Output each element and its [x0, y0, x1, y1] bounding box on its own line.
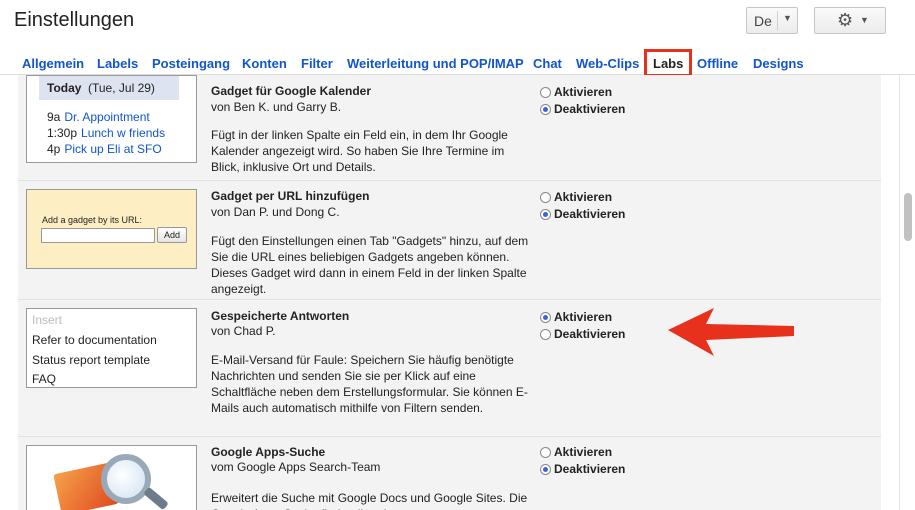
page-title: Einstellungen — [14, 9, 135, 31]
canned-item: Status report template — [32, 353, 151, 367]
language-label: De — [754, 13, 772, 29]
lab-description: Fügt in der linken Spalte ein Feld ein, … — [211, 128, 508, 174]
lab-row-apps-search: Google Apps-Suche vom Google Apps Search… — [18, 437, 881, 510]
enable-option[interactable]: Aktivieren — [540, 445, 612, 459]
lab-row-calendar: Today (Tue, Jul 29) 9a Dr. Appointment 1:… — [18, 75, 881, 181]
chevron-down-icon: ▼ — [783, 13, 792, 23]
tab-web-clips[interactable]: Web-Clips — [576, 56, 639, 71]
radio-disable[interactable] — [540, 464, 551, 475]
enable-label: Aktivieren — [554, 310, 613, 324]
calendar-event-time: 4p — [47, 142, 61, 156]
calendar-preview-header: Today (Tue, Jul 29) — [39, 76, 179, 100]
labs-list: Today (Tue, Jul 29) 9a Dr. Appointment 1:… — [18, 75, 881, 510]
radio-enable[interactable] — [540, 192, 551, 203]
magnifier-handle — [143, 486, 169, 510]
lab-title: Google Apps-Suche — [211, 445, 326, 459]
enable-label: Aktivieren — [554, 190, 613, 204]
tab-offline[interactable]: Offline — [697, 56, 738, 71]
canned-item: Insert — [32, 313, 63, 327]
radio-enable[interactable] — [540, 87, 551, 98]
annotation-arrow-icon — [668, 308, 794, 356]
disable-label: Deaktivieren — [554, 102, 626, 116]
disable-option[interactable]: Deaktivieren — [540, 327, 625, 341]
tab-allgemein[interactable]: Allgemein — [22, 56, 84, 71]
chevron-down-icon: ▼ — [860, 15, 869, 25]
lab-description: Fügt den Einstellungen einen Tab "Gadget… — [211, 234, 529, 296]
calendar-preview: Today (Tue, Jul 29) 9a Dr. Appointment 1:… — [26, 75, 197, 163]
radio-disable[interactable] — [540, 104, 551, 115]
calendar-preview-date: (Tue, Jul 29) — [88, 81, 155, 95]
canned-item: FAQ — [32, 372, 57, 386]
calendar-event: 9a Dr. Appointment — [47, 110, 150, 124]
calendar-event: 1:30p Lunch w friends — [47, 126, 165, 140]
url-gadget-label: Add a gadget by its URL: — [42, 215, 143, 225]
tab-designs[interactable]: Designs — [753, 56, 804, 71]
tab-chat[interactable]: Chat — [533, 56, 562, 71]
lab-author: von Chad P. — [211, 324, 276, 338]
lab-description: E-Mail-Versand für Faule: Speichern Sie … — [211, 353, 528, 415]
calendar-preview-day: Today — [47, 81, 82, 95]
lab-title: Gadget per URL hinzufügen — [211, 189, 370, 203]
lab-author: vom Google Apps Search-Team — [211, 460, 381, 474]
language-divider — [777, 11, 778, 30]
tab-labs[interactable]: Labs — [644, 49, 693, 77]
disable-label: Deaktivieren — [554, 462, 626, 476]
disable-label: Deaktivieren — [554, 327, 626, 341]
radio-disable[interactable] — [540, 209, 551, 220]
settings-button[interactable]: ⚙ ▼ — [814, 7, 886, 34]
language-button[interactable]: De ▼ — [746, 7, 798, 34]
lab-row-url-gadget: Add a gadget by its URL: Add Gadget per … — [18, 181, 881, 300]
scrollbar[interactable] — [899, 75, 915, 510]
lab-description: Erweitert die Suche mit Google Docs und … — [211, 491, 528, 510]
gear-icon: ⚙ — [837, 10, 854, 30]
magnifier-icon — [101, 454, 151, 504]
calendar-event-text: Pick up Eli at SFO — [64, 142, 162, 156]
tab-konten[interactable]: Konten — [242, 56, 287, 71]
lab-author: von Dan P. und Dong C. — [211, 205, 340, 219]
url-gadget-add-button: Add — [157, 227, 187, 243]
settings-header: Einstellungen De ▼ ⚙ ▼ — [0, 0, 915, 44]
scrollbar-thumb[interactable] — [904, 193, 912, 241]
tab-weiterleitung[interactable]: Weiterleitung und POP/IMAP — [347, 56, 524, 71]
calendar-event: 4p Pick up Eli at SFO — [47, 142, 162, 156]
disable-option[interactable]: Deaktivieren — [540, 102, 625, 116]
calendar-event-text: Lunch w friends — [81, 126, 166, 140]
enable-option[interactable]: Aktivieren — [540, 190, 612, 204]
disable-option[interactable]: Deaktivieren — [540, 462, 625, 476]
radio-enable[interactable] — [540, 447, 551, 458]
lab-author: von Ben K. und Garry B. — [211, 100, 342, 114]
enable-label: Aktivieren — [554, 445, 613, 459]
disable-label: Deaktivieren — [554, 207, 626, 221]
tab-labels[interactable]: Labels — [97, 56, 138, 71]
canned-responses-preview: Insert Refer to documentation Status rep… — [26, 308, 197, 388]
calendar-event-text: Dr. Appointment — [64, 110, 150, 124]
canned-item: Refer to documentation — [32, 333, 157, 347]
url-gadget-preview: Add a gadget by its URL: Add — [26, 189, 197, 269]
tab-posteingang[interactable]: Posteingang — [152, 56, 230, 71]
enable-option[interactable]: Aktivieren — [540, 310, 612, 324]
settings-tabs: Allgemein Labels Posteingang Konten Filt… — [0, 44, 915, 77]
apps-search-preview — [26, 445, 197, 510]
enable-option[interactable]: Aktivieren — [540, 85, 612, 99]
lab-title: Gadget für Google Kalender — [211, 84, 372, 98]
tab-filter[interactable]: Filter — [301, 56, 333, 71]
radio-disable[interactable] — [540, 329, 551, 340]
disable-option[interactable]: Deaktivieren — [540, 207, 625, 221]
radio-enable[interactable] — [540, 312, 551, 323]
calendar-event-time: 9a — [47, 110, 61, 124]
url-gadget-input — [41, 228, 155, 243]
lab-title: Gespeicherte Antworten — [211, 309, 350, 323]
calendar-event-time: 1:30p — [47, 126, 78, 140]
enable-label: Aktivieren — [554, 85, 613, 99]
